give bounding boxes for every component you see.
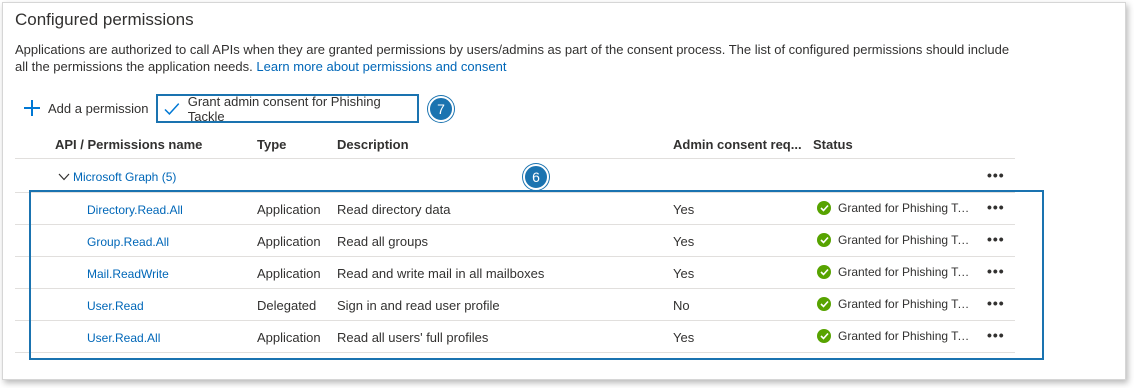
status-badge: Granted for Phishing Tackle bbox=[817, 201, 972, 215]
admin-consent-required: Yes bbox=[673, 234, 695, 249]
more-icon[interactable]: ••• bbox=[987, 327, 1005, 343]
status-text: Granted for Phishing Tackle bbox=[838, 329, 972, 343]
permission-type: Application bbox=[257, 266, 321, 281]
api-group-label: Microsoft Graph (5) bbox=[73, 170, 177, 184]
status-badge: Granted for Phishing Tackle bbox=[817, 265, 972, 279]
table-row: Mail.ReadWrite Application Read and writ… bbox=[15, 257, 1015, 289]
check-circle-icon bbox=[817, 329, 831, 343]
column-header-status[interactable]: Status bbox=[813, 137, 853, 152]
admin-consent-required: Yes bbox=[673, 330, 695, 345]
permission-type: Delegated bbox=[257, 298, 317, 313]
permission-type: Application bbox=[257, 330, 321, 345]
status-badge: Granted for Phishing Tackle bbox=[817, 297, 972, 311]
plus-icon bbox=[23, 99, 41, 117]
more-icon[interactable]: ••• bbox=[987, 231, 1005, 247]
permission-name-link[interactable]: User.Read.All bbox=[87, 331, 160, 345]
api-group-toggle[interactable]: Microsoft Graph (5) bbox=[58, 170, 176, 184]
permission-description: Read all groups bbox=[337, 234, 429, 249]
permission-type: Application bbox=[257, 202, 321, 217]
permission-description: Read and write mail in all mailboxes bbox=[337, 266, 545, 281]
checkmark-icon bbox=[164, 102, 180, 115]
permission-name-link[interactable]: Group.Read.All bbox=[87, 235, 169, 249]
callout-badge-grant: 7 bbox=[428, 96, 454, 122]
chevron-down-icon bbox=[58, 173, 70, 181]
section-title: Configured permissions bbox=[15, 10, 194, 29]
check-circle-icon bbox=[817, 233, 831, 247]
status-text: Granted for Phishing Tackle bbox=[838, 201, 972, 215]
status-text: Granted for Phishing Tackle bbox=[838, 265, 972, 279]
permission-type: Application bbox=[257, 234, 321, 249]
more-icon[interactable]: ••• bbox=[987, 167, 1005, 183]
status-text: Granted for Phishing Tackle bbox=[838, 297, 972, 311]
table-row: Directory.Read.All Application Read dire… bbox=[15, 193, 1015, 225]
status-badge: Granted for Phishing Tackle bbox=[817, 233, 972, 247]
check-circle-icon bbox=[817, 297, 831, 311]
permission-name-link[interactable]: Directory.Read.All bbox=[87, 203, 183, 217]
table-row: User.Read.All Application Read all users… bbox=[15, 321, 1015, 353]
table-header: API / Permissions name Type Description … bbox=[15, 129, 1015, 159]
section-description: Applications are authorized to call APIs… bbox=[15, 41, 1015, 75]
column-header-type[interactable]: Type bbox=[257, 137, 286, 152]
grant-admin-consent-label: Grant admin consent for Phishing Tackle bbox=[187, 93, 381, 124]
callout-badge-rows: 6 bbox=[523, 164, 549, 190]
more-icon[interactable]: ••• bbox=[987, 199, 1005, 215]
check-circle-icon bbox=[817, 201, 831, 215]
more-icon[interactable]: ••• bbox=[987, 295, 1005, 311]
table-row: Group.Read.All Application Read all grou… bbox=[15, 225, 1015, 257]
api-group-row: Microsoft Graph (5) ••• bbox=[15, 161, 1015, 193]
grant-admin-consent-button[interactable]: Grant admin consent for Phishing Tackle bbox=[156, 93, 419, 124]
learn-more-link[interactable]: Learn more about permissions and consent bbox=[256, 59, 506, 74]
description-text: Applications are authorized to call APIs… bbox=[15, 42, 1010, 74]
column-header-name[interactable]: API / Permissions name bbox=[55, 137, 202, 152]
admin-consent-required: Yes bbox=[673, 266, 695, 281]
permission-description: Sign in and read user profile bbox=[337, 298, 500, 313]
configured-permissions-panel: Configured permissions Applications are … bbox=[2, 2, 1126, 380]
permission-name-link[interactable]: User.Read bbox=[87, 299, 144, 313]
table-row: User.Read Delegated Sign in and read use… bbox=[15, 289, 1015, 321]
permission-description: Read directory data bbox=[337, 202, 451, 217]
more-icon[interactable]: ••• bbox=[987, 263, 1005, 279]
permission-description: Read all users' full profiles bbox=[337, 330, 489, 345]
status-badge: Granted for Phishing Tackle bbox=[817, 329, 972, 343]
admin-consent-required: Yes bbox=[673, 202, 695, 217]
admin-consent-required: No bbox=[673, 298, 690, 313]
add-permission-button[interactable]: Add a permission bbox=[23, 95, 148, 121]
column-header-description[interactable]: Description bbox=[337, 137, 409, 152]
add-permission-label: Add a permission bbox=[48, 100, 149, 116]
column-header-admin-consent[interactable]: Admin consent req... bbox=[673, 137, 802, 152]
status-text: Granted for Phishing Tackle bbox=[838, 233, 972, 247]
permission-name-link[interactable]: Mail.ReadWrite bbox=[87, 267, 169, 281]
check-circle-icon bbox=[817, 265, 831, 279]
